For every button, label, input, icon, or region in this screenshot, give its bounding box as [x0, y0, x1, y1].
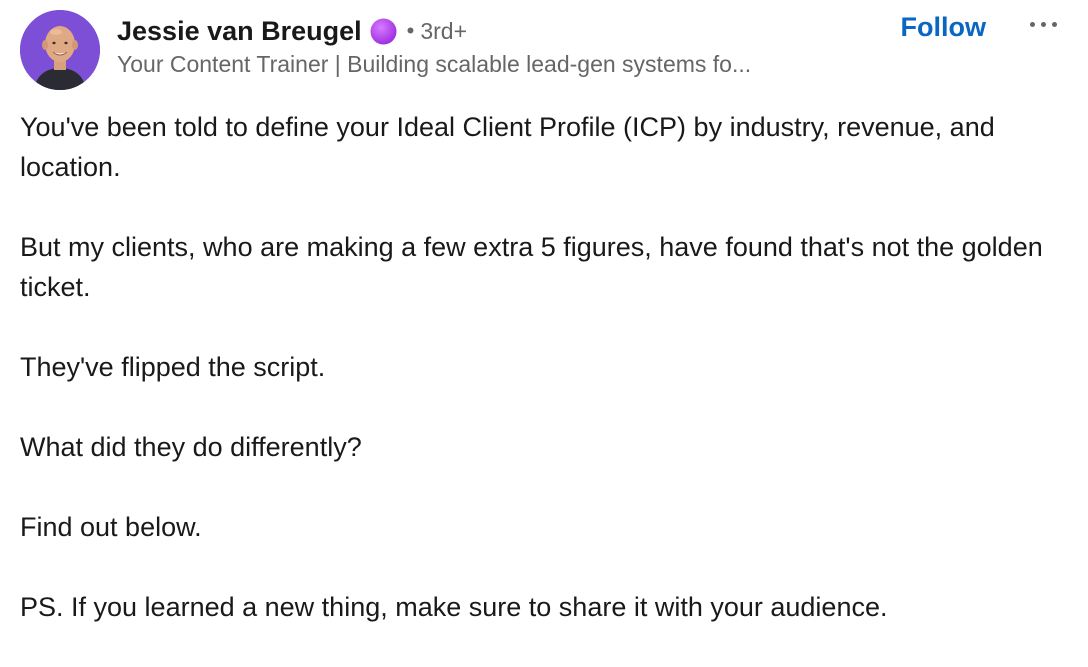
- ellipsis-dot: [1051, 22, 1057, 27]
- profile-photo-icon: [20, 10, 100, 90]
- feed-post: Jessie van Breugel • 3rd+ Your Content T…: [0, 0, 1088, 634]
- post-paragraph: You've been told to define your Ideal Cl…: [20, 112, 995, 182]
- post-paragraph: They've flipped the script.: [20, 352, 326, 382]
- post-paragraph: Find out below.: [20, 512, 202, 542]
- author-headline: Your Content Trainer | Building scalable…: [117, 51, 752, 77]
- author-name[interactable]: Jessie van Breugel: [117, 16, 362, 47]
- post-header: Jessie van Breugel • 3rd+ Your Content T…: [20, 10, 1068, 90]
- author-meta: Jessie van Breugel • 3rd+ Your Content T…: [117, 12, 877, 78]
- ellipsis-dot: [1040, 22, 1046, 27]
- ellipsis-icon[interactable]: [1018, 10, 1068, 40]
- avatar[interactable]: [20, 10, 100, 90]
- post-paragraph: What did they do differently?: [20, 432, 362, 462]
- purple-circle-icon: [370, 18, 397, 45]
- ellipsis-dot: [1029, 22, 1035, 27]
- separator-dot: •: [406, 18, 415, 43]
- connection-degree: 3rd+: [420, 17, 468, 44]
- post-paragraph: But my clients, who are making a few ext…: [20, 232, 1043, 302]
- post-paragraph: PS. If you learned a new thing, make sur…: [20, 592, 888, 622]
- author-name-row: Jessie van Breugel • 3rd+: [117, 12, 877, 50]
- post-body: You've been told to define your Ideal Cl…: [20, 107, 1070, 667]
- follow-button[interactable]: Follow: [901, 10, 986, 44]
